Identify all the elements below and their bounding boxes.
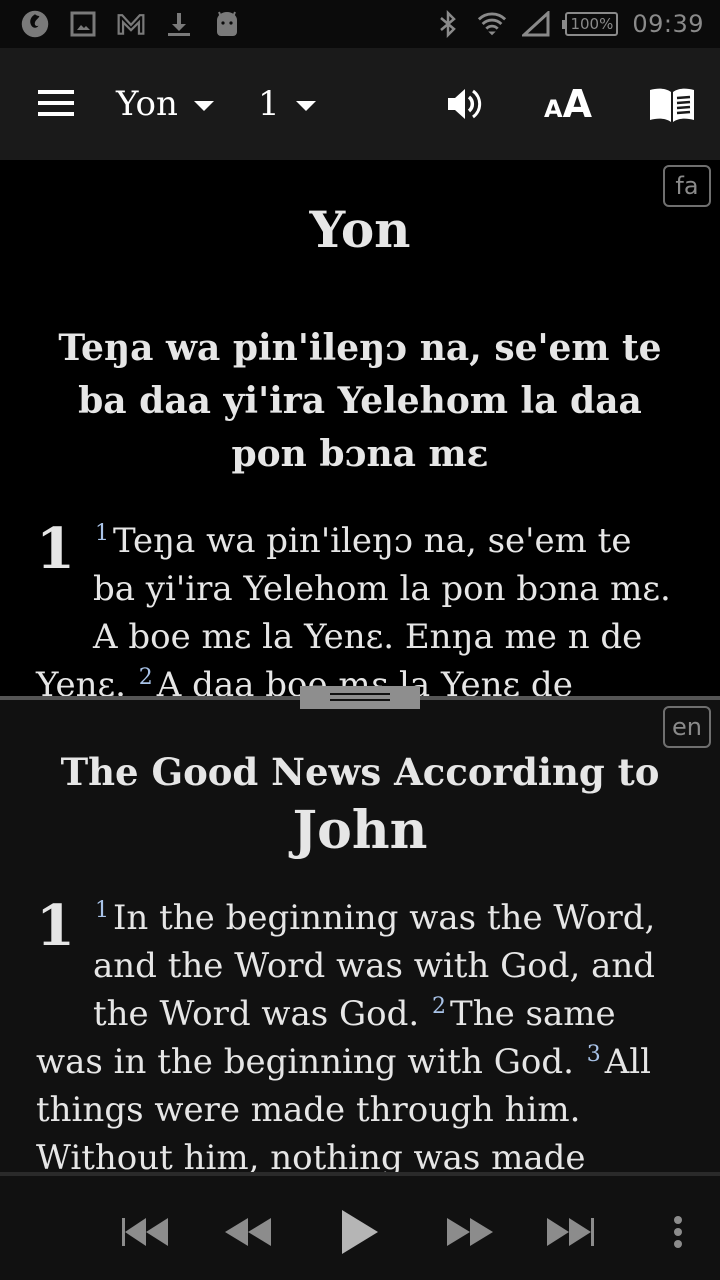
app-bar: Yon 1 AA <box>0 48 720 160</box>
book-title: John <box>292 800 428 861</box>
verse-number[interactable]: 3 <box>587 1042 601 1067</box>
open-book-icon <box>650 88 694 122</box>
book-subtitle: The Good News According to <box>60 750 660 794</box>
menu-icon <box>38 90 74 94</box>
text-size-icon: A <box>544 95 563 123</box>
app-notification-icon <box>20 9 50 39</box>
chevron-down-icon <box>295 101 316 111</box>
bluetooth-icon <box>433 9 463 39</box>
chapter-selector-label: 1 <box>258 84 280 124</box>
skip-previous-icon <box>122 1218 168 1246</box>
fast-forward-button[interactable] <box>442 1204 498 1260</box>
audio-controls-bar <box>0 1172 720 1280</box>
verse-number[interactable]: 2 <box>139 665 153 690</box>
chapter-number: 1 <box>36 893 75 959</box>
drag-handle-icon <box>330 693 390 695</box>
book-title: Yon <box>309 200 411 259</box>
section-heading: Teŋa wa pin'ileŋɔ na, se'em te ba daa yi… <box>58 327 662 475</box>
audio-button[interactable] <box>436 78 492 130</box>
signal-icon <box>521 9 551 39</box>
language-badge-en[interactable]: en <box>663 706 711 748</box>
next-chapter-button[interactable] <box>543 1204 599 1260</box>
wifi-icon <box>477 9 507 39</box>
verse-number[interactable]: 1 <box>95 521 109 546</box>
parallel-text-button[interactable] <box>644 78 700 130</box>
status-bar: 100% 09:39 <box>0 0 720 48</box>
chapter-text: 1 1 In the beginning was the Word, and th… <box>0 894 720 1172</box>
more-vertical-icon <box>674 1216 682 1248</box>
text-size-button[interactable]: AA <box>540 78 596 130</box>
image-icon <box>68 9 98 39</box>
menu-button[interactable] <box>36 88 76 118</box>
pane-resize-handle[interactable] <box>300 686 420 709</box>
gmail-icon <box>116 9 146 39</box>
language-badge-fa[interactable]: fa <box>663 165 711 207</box>
previous-chapter-button[interactable] <box>118 1204 174 1260</box>
battery-indicator: 100% <box>562 12 619 36</box>
chapter-number: 1 <box>36 516 75 582</box>
chevron-down-icon <box>193 101 214 111</box>
fast-forward-icon <box>447 1218 493 1246</box>
chapter-text: 1 1 Teŋa wa pin'ileŋɔ na, se'em te ba yi'… <box>0 517 720 698</box>
book-selector[interactable]: Yon <box>116 76 214 132</box>
secondary-text-pane[interactable]: en The Good News According to John 1 1 In… <box>0 698 720 1172</box>
primary-text-pane[interactable]: fa Yon Teŋa wa pin'ileŋɔ na, se'em te ba… <box>0 160 720 698</box>
rewind-button[interactable] <box>220 1204 276 1260</box>
play-icon <box>342 1210 378 1254</box>
more-options-button[interactable] <box>650 1204 706 1260</box>
android-icon <box>212 9 242 39</box>
chapter-selector[interactable]: 1 <box>258 76 316 132</box>
download-icon <box>164 9 194 39</box>
verse-number[interactable]: 2 <box>432 994 446 1019</box>
verse-number[interactable]: 1 <box>95 898 109 923</box>
book-selector-label: Yon <box>116 84 178 124</box>
rewind-icon <box>225 1218 271 1246</box>
clock: 09:39 <box>632 10 704 38</box>
speaker-icon <box>448 89 482 119</box>
skip-next-icon <box>547 1218 594 1246</box>
play-button[interactable] <box>332 1204 388 1260</box>
